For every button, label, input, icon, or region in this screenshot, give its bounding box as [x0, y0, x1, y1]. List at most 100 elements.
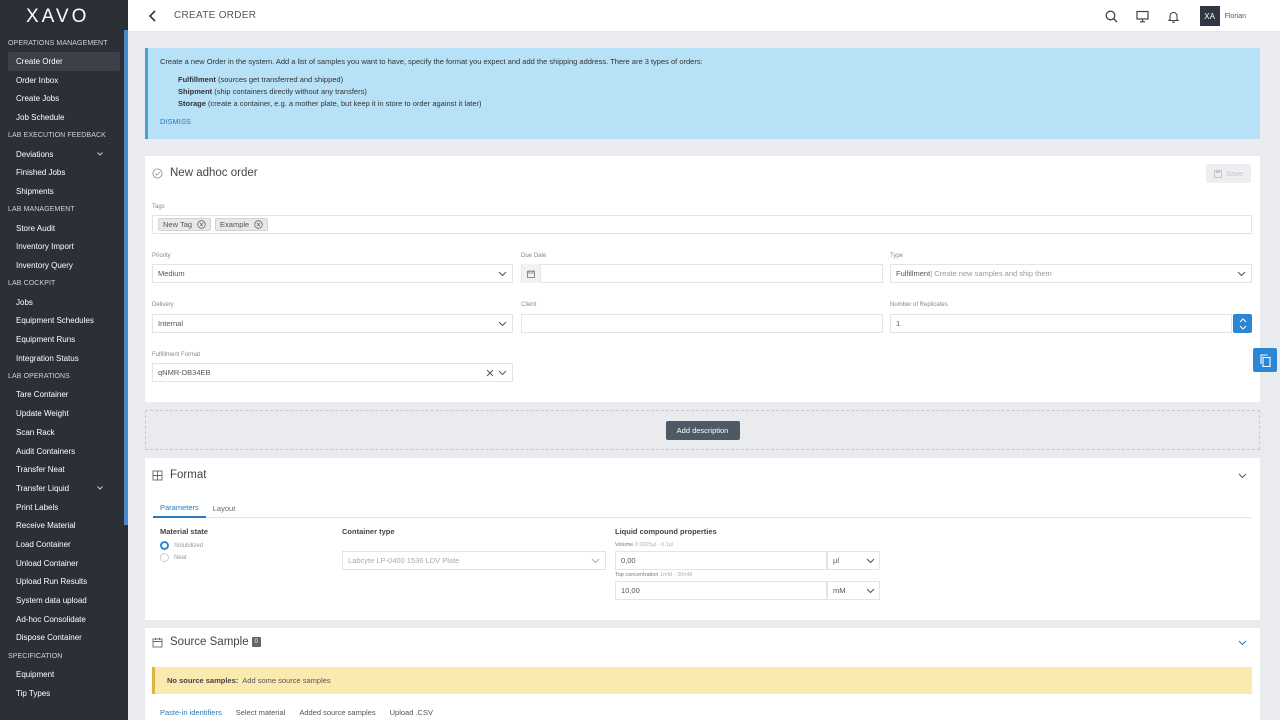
sidebar-item-upload-run-results[interactable]: Upload Run Results — [8, 573, 120, 592]
sidebar-item-system-data-upload[interactable]: System data upload — [8, 591, 120, 610]
sidebar-item-order-inbox[interactable]: Order Inbox — [8, 71, 120, 90]
save-button[interactable]: Save — [1206, 164, 1251, 183]
tab-paste-identifiers[interactable]: Paste-in identifiers — [153, 708, 229, 720]
calendar-button[interactable] — [522, 264, 541, 283]
list-item: Shipment (ship containers directly witho… — [178, 86, 1248, 98]
order-type-name: Fulfillment — [178, 75, 216, 84]
replicates-input[interactable]: 1 — [890, 314, 1232, 333]
volume-input[interactable]: 0,00 — [615, 551, 827, 570]
sidebar-item-job-schedule[interactable]: Job Schedule — [8, 108, 120, 127]
radio-neat[interactable]: Neat — [160, 553, 187, 562]
fulfillment-format-select[interactable]: qNMR-DB34EB — [152, 363, 513, 382]
sidebar-item-tare-container[interactable]: Tare Container — [8, 386, 120, 405]
delivery-select[interactable]: Internal — [152, 314, 513, 333]
sidebar-item-label: Job Schedule — [16, 112, 65, 122]
due-date-input[interactable] — [521, 264, 883, 283]
concentration-input[interactable]: 10,00 — [615, 581, 827, 600]
sidebar-item-inventory-query[interactable]: Inventory Query — [8, 256, 120, 275]
format-card: Format Parameters Layout Material state … — [145, 458, 1260, 620]
tags-input[interactable]: New Tag Example — [152, 215, 1252, 234]
add-description-button[interactable]: Add description — [665, 420, 740, 440]
copy-button[interactable] — [1253, 348, 1277, 372]
priority-select[interactable]: Medium — [152, 264, 513, 283]
app-logo[interactable]: XAVO — [0, 0, 128, 34]
sidebar-item-shipments[interactable]: Shipments — [8, 182, 120, 201]
sidebar-item-equipment-runs[interactable]: Equipment Runs — [8, 330, 120, 349]
page-title: CREATE ORDER — [174, 10, 257, 21]
type-label: Type — [890, 253, 904, 259]
sidebar-item-audit-containers[interactable]: Audit Containers — [8, 442, 120, 461]
sidebar-item-integration-status[interactable]: Integration Status — [8, 349, 120, 368]
notifications-button[interactable] — [1167, 9, 1181, 23]
order-type-desc: (sources get transferred and shipped) — [215, 75, 344, 84]
monitor-button[interactable] — [1136, 9, 1150, 23]
chevron-up-icon[interactable] — [1239, 317, 1247, 323]
tab-added-samples[interactable]: Added source samples — [292, 708, 382, 720]
sidebar-item-create-order[interactable]: Create Order — [8, 52, 120, 71]
liquid-properties-label: Liquid compound properties — [615, 527, 717, 536]
sidebar-item-ad-hoc-consolidate[interactable]: Ad-hoc Consolidate — [8, 610, 120, 629]
sidebar-item-label: Create Jobs — [16, 94, 60, 104]
copy-icon — [1260, 353, 1271, 367]
replicates-stepper[interactable] — [1233, 314, 1252, 333]
chevron-down-icon — [866, 558, 875, 564]
order-type-desc: (ship containers directly without any tr… — [212, 87, 367, 96]
tab-select-material[interactable]: Select material — [229, 708, 293, 720]
chevron-down-icon[interactable] — [1238, 471, 1247, 480]
user-name[interactable]: Florian — [1225, 13, 1246, 20]
concentration-unit-select[interactable]: mM — [827, 581, 880, 600]
tab-parameters[interactable]: Parameters — [153, 498, 206, 518]
sidebar-item-label: Jobs — [16, 297, 33, 307]
back-button[interactable] — [146, 9, 160, 23]
avatar[interactable]: XA — [1199, 6, 1220, 26]
type-select[interactable]: Fulfillment | Create new samples and shi… — [890, 264, 1252, 283]
sidebar-item-load-container[interactable]: Load Container — [8, 535, 120, 554]
clear-icon[interactable] — [486, 369, 494, 377]
replicates-label: Number of Replicates — [890, 302, 948, 308]
chevron-down-icon[interactable] — [1239, 325, 1247, 330]
sidebar-item-label: Create Order — [16, 56, 63, 66]
volume-value: 0,00 — [621, 556, 636, 565]
monitor-icon — [1136, 10, 1149, 22]
sidebar-item-jobs[interactable]: Jobs — [8, 293, 120, 312]
sidebar-item-equipment-schedules[interactable]: Equipment Schedules — [8, 312, 120, 331]
radio-solubilized[interactable]: Solubilized — [160, 541, 203, 550]
calendar-icon — [527, 269, 535, 278]
sidebar-item-receive-material[interactable]: Receive Material — [8, 516, 120, 535]
tags-label: Tags — [152, 204, 165, 210]
sidebar-scrollbar[interactable] — [124, 30, 128, 525]
client-input[interactable] — [521, 314, 883, 333]
format-title[interactable]: Format — [152, 469, 206, 481]
dismiss-button[interactable]: DISMISS — [160, 117, 191, 126]
sidebar-item-equipment[interactable]: Equipment — [8, 665, 120, 684]
sidebar-item-update-weight[interactable]: Update Weight — [8, 404, 120, 423]
tab-layout[interactable]: Layout — [206, 498, 243, 518]
sidebar-item-inventory-import[interactable]: Inventory Import — [8, 238, 120, 257]
bell-icon — [1167, 11, 1180, 23]
format-tabs: Parameters Layout — [153, 498, 1251, 518]
remove-tag-icon[interactable] — [254, 220, 263, 229]
sidebar-item-deviations[interactable]: Deviations — [8, 145, 120, 164]
sidebar-item-dispose-container[interactable]: Dispose Container — [8, 629, 120, 648]
sidebar-item-label: Ad-hoc Consolidate — [16, 614, 86, 624]
remove-tag-icon[interactable] — [197, 220, 206, 229]
sidebar-item-print-labels[interactable]: Print Labels — [8, 498, 120, 517]
tab-upload-csv[interactable]: Upload .CSV — [383, 708, 440, 720]
sidebar-item-finished-jobs[interactable]: Finished Jobs — [8, 163, 120, 182]
sidebar-item-store-audit[interactable]: Store Audit — [8, 219, 120, 238]
info-banner: Create a new Order in the system. Add a … — [145, 48, 1260, 139]
volume-unit-select[interactable]: µl — [827, 551, 880, 570]
sidebar-item-tip-types[interactable]: Tip Types — [8, 684, 120, 703]
fulfillment-format-value: qNMR-DB34EB — [158, 368, 211, 377]
sidebar-item-scan-rack[interactable]: Scan Rack — [8, 423, 120, 442]
sidebar-item-unload-container[interactable]: Unload Container — [8, 554, 120, 573]
chevron-down-icon[interactable] — [1238, 638, 1247, 647]
search-button[interactable] — [1105, 9, 1119, 23]
sidebar-item-create-jobs[interactable]: Create Jobs — [8, 89, 120, 108]
source-title[interactable]: Source Sample 0 — [152, 636, 261, 648]
sidebar-item-transfer-neat[interactable]: Transfer Neat — [8, 460, 120, 479]
container-type-select[interactable]: Labcyte LP-0400 1536 LDV Plate — [342, 551, 606, 570]
sidebar-item-transfer-liquid[interactable]: Transfer Liquid — [8, 479, 120, 498]
chevron-down-icon — [498, 271, 507, 277]
type-description: | Create new samples and ship them — [930, 269, 1052, 278]
